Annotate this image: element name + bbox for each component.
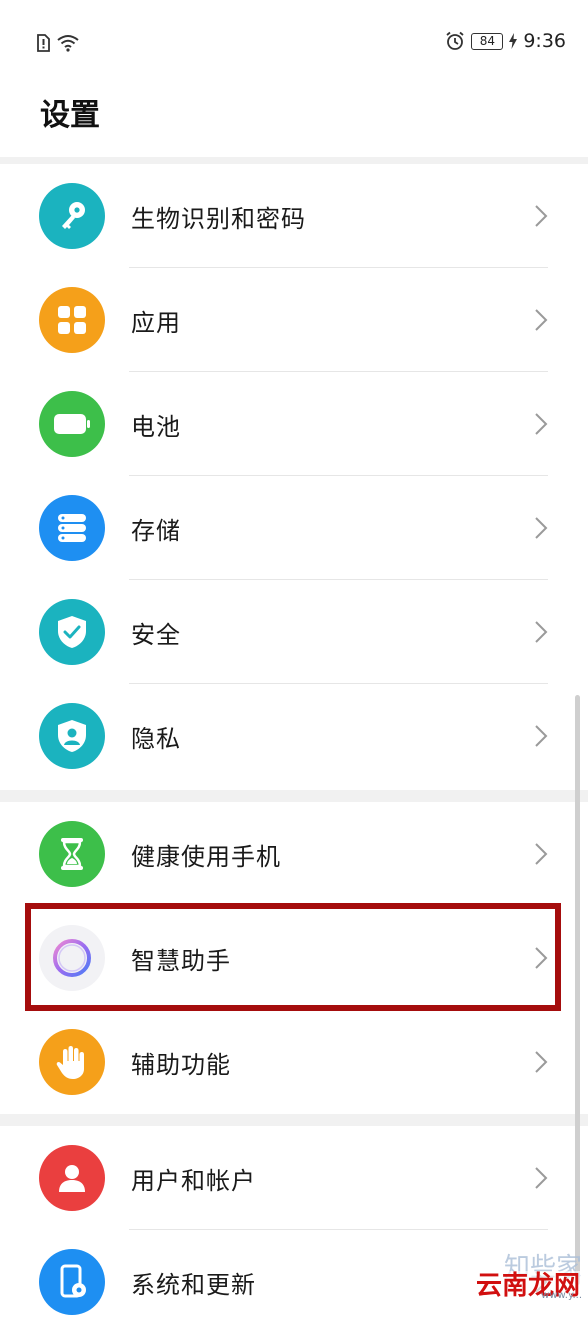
settings-item-label: 生物识别和密码 bbox=[131, 204, 306, 233]
settings-item-label: 健康使用手机 bbox=[131, 842, 281, 871]
settings-item-label: 隐私 bbox=[131, 724, 181, 753]
chevron-right-icon bbox=[535, 843, 548, 865]
storage-icon bbox=[39, 495, 105, 561]
settings-item-biometrics[interactable]: 生物识别和密码 bbox=[0, 164, 588, 268]
chevron-right-icon bbox=[535, 413, 548, 435]
clock-time: 9:36 bbox=[523, 30, 566, 52]
chevron-right-icon bbox=[535, 517, 548, 539]
chevron-right-icon bbox=[535, 1051, 548, 1073]
watermark-line2-wrap: 云南龙网 www.y... bbox=[473, 1271, 582, 1301]
settings-item-label: 存储 bbox=[131, 516, 181, 545]
settings-group-1: 生物识别和密码 应用 电池 存储 安全 隐私 bbox=[0, 164, 588, 788]
watermark: 知些家 云南龙网 www.y... bbox=[473, 1255, 582, 1301]
charging-icon bbox=[509, 33, 518, 49]
hand-icon bbox=[39, 1029, 105, 1095]
apps-grid-icon bbox=[39, 287, 105, 353]
settings-item-digital-balance[interactable]: 健康使用手机 bbox=[0, 802, 588, 906]
chevron-right-icon bbox=[535, 1167, 548, 1189]
settings-item-apps[interactable]: 应用 bbox=[0, 268, 588, 372]
settings-item-label: 辅助功能 bbox=[131, 1050, 231, 1079]
settings-item-label: 智慧助手 bbox=[131, 946, 231, 975]
assistant-ring-icon bbox=[39, 925, 105, 991]
settings-item-privacy[interactable]: 隐私 bbox=[0, 684, 588, 788]
alarm-icon bbox=[446, 31, 464, 50]
settings-item-label: 应用 bbox=[131, 308, 181, 337]
watermark-domain: www.y... bbox=[541, 1290, 582, 1301]
shield-check-icon bbox=[39, 599, 105, 665]
status-left bbox=[36, 34, 80, 52]
hourglass-icon bbox=[39, 821, 105, 887]
settings-item-smart-assistant[interactable]: 智慧助手 bbox=[0, 906, 588, 1010]
battery-level: 84 bbox=[471, 32, 504, 50]
settings-item-battery[interactable]: 电池 bbox=[0, 372, 588, 476]
settings-group-2: 健康使用手机 智慧助手 辅助功能 bbox=[0, 802, 588, 1114]
phone-gear-icon bbox=[39, 1249, 105, 1315]
settings-item-label: 安全 bbox=[131, 620, 181, 649]
settings-item-security[interactable]: 安全 bbox=[0, 580, 588, 684]
battery-icon bbox=[39, 391, 105, 457]
status-bar: 84 9:36 bbox=[0, 0, 588, 88]
settings-item-storage[interactable]: 存储 bbox=[0, 476, 588, 580]
settings-item-label: 系统和更新 bbox=[131, 1270, 256, 1299]
key-icon bbox=[39, 183, 105, 249]
settings-item-users-accounts[interactable]: 用户和帐户 bbox=[0, 1126, 588, 1230]
scrollbar[interactable] bbox=[575, 695, 580, 1285]
chevron-right-icon bbox=[535, 309, 548, 331]
chevron-right-icon bbox=[535, 621, 548, 643]
privacy-shield-icon bbox=[39, 703, 105, 769]
chevron-right-icon bbox=[535, 205, 548, 227]
section-gap bbox=[0, 790, 588, 802]
page-title: 设置 bbox=[40, 98, 100, 133]
chevron-right-icon bbox=[535, 725, 548, 747]
chevron-right-icon bbox=[535, 947, 548, 969]
status-right: 84 9:36 bbox=[445, 30, 566, 52]
wifi-icon bbox=[57, 35, 79, 52]
settings-group-3: 用户和帐户 系统和更新 bbox=[0, 1126, 588, 1334]
header-divider bbox=[0, 157, 588, 164]
settings-item-accessibility[interactable]: 辅助功能 bbox=[0, 1010, 588, 1114]
section-gap bbox=[0, 1114, 588, 1126]
settings-item-label: 电池 bbox=[131, 412, 181, 441]
user-icon bbox=[39, 1145, 105, 1211]
settings-item-label: 用户和帐户 bbox=[131, 1166, 256, 1195]
sim-alert-icon bbox=[37, 34, 50, 52]
